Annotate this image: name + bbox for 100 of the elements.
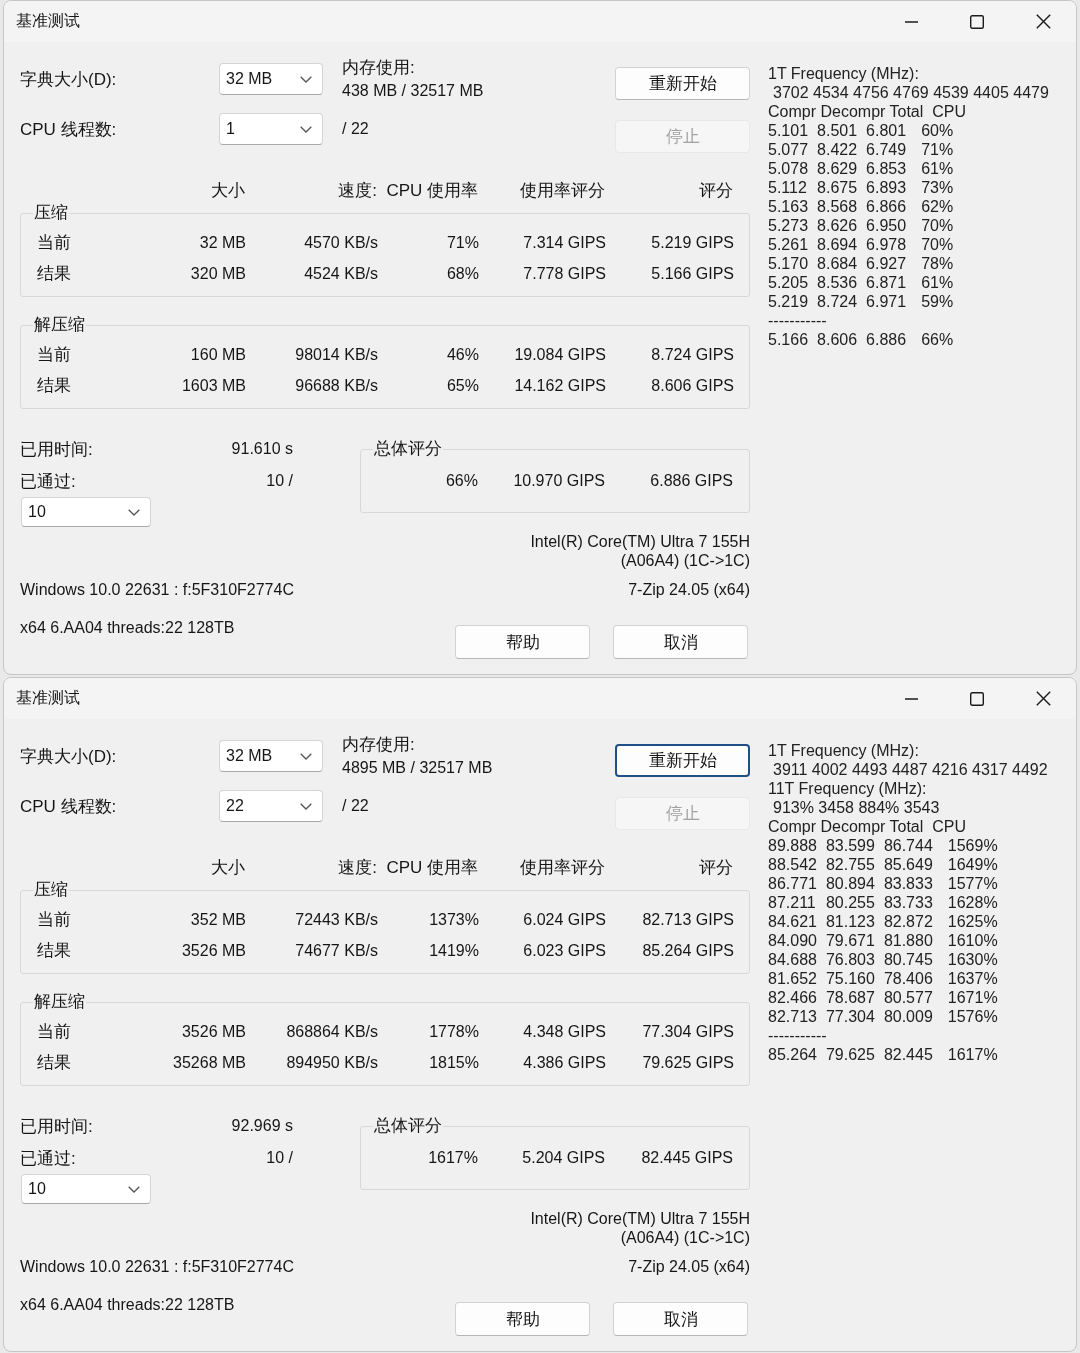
minimize-icon [904,697,918,700]
stat-value: 92.969 s [231,1117,293,1135]
window-title: 基准测试 [16,11,80,31]
log-values: 913% 3458 884% 3543 [772,798,940,817]
row-label: 结果 [36,375,72,397]
system-info: Windows 10.0 22631 : f:5F310F2774C [20,581,294,599]
passes-dropdown[interactable]: 10 [21,1174,151,1204]
cancel-button[interactable]: 取消 [613,625,748,659]
table-cell-text: 66% [444,471,478,490]
group-title: 解压缩 [33,991,86,1013]
table-cell-text: 1603 MB [180,376,246,395]
group-title: 总体评分 [373,1115,443,1137]
column-header: 使用率评分 [519,179,605,202]
log-cell-text: 1649% [946,855,998,874]
chevron-down-icon [128,1185,140,1193]
stat-value: 10 / [266,1149,293,1167]
threads-dropdown[interactable]: 1 [219,113,323,145]
row-label: 结果 [36,1052,72,1074]
log-cell: 8.606 [817,330,858,349]
log-cell: 6.950 [866,216,907,235]
dictionary-dropdown[interactable]: 32 MB [219,740,323,772]
log-heading: 1T Frequency (MHz): [768,64,919,83]
column-header: 使用率评分 [519,856,605,879]
table-cell-text: 82.445 GIPS [640,1148,733,1167]
field-label: 字典大小(D): [20,68,118,91]
help-button[interactable]: 帮助 [455,625,590,659]
log-cell: 6.801 [866,121,907,140]
log-values: 3911 4002 4493 4487 4216 4317 4492 [772,760,1048,779]
log-cell: 8.724 [817,292,858,311]
log-heading: 11T Frequency (MHz): [768,779,927,798]
table-cell-text: 1778% [428,1022,479,1041]
field-label: CPU 线程数: [20,118,118,141]
log-cell-text: 70% [920,235,954,254]
close-icon [1035,691,1051,706]
table-cell-text: 32 MB [198,233,246,252]
log-cell: 81.123 [825,912,875,931]
threads-dropdown[interactable]: 22 [219,790,323,822]
table-cell-text: 6.024 GIPS [522,910,606,929]
log-cell-text: 1630% [946,950,998,969]
row-label: 当前 [36,232,72,254]
log-heading: 1T Frequency (MHz): [768,741,919,760]
restart-button[interactable]: 重新开始 [615,744,750,777]
column-header: 速度: [337,179,377,202]
log-cell-text: 1569% [946,836,998,855]
log-cell: 8.568 [817,197,858,216]
log-cell: 6.893 [866,178,907,197]
log-cell: 80.255 [825,893,875,912]
passes-dropdown[interactable]: 10 [21,497,151,527]
restart-button[interactable]: 重新开始 [615,67,750,100]
log-cell: 79.671 [825,931,875,950]
table-cell-text: 8.606 GIPS [650,376,734,395]
table-cell-text: 46% [445,345,479,364]
log-cell-text: 66% [920,330,954,349]
stat-label: 已通过: [20,1147,76,1170]
help-button[interactable]: 帮助 [455,1302,590,1336]
log-cell-text: 71% [920,140,954,159]
log-cell-text: 60% [920,121,954,140]
dictionary-dropdown[interactable]: 32 MB [219,63,323,95]
cancel-button[interactable]: 取消 [613,1302,748,1336]
log-cell-text: 1577% [946,874,998,893]
group-title: 解压缩 [33,314,86,336]
cpu-info: (A06A4) (1C->1C) [620,551,750,570]
stat-label: 已用时间: [20,1115,93,1138]
log-cell: 8.626 [817,216,858,235]
log-cell: 80.745 [883,950,933,969]
chevron-down-icon [300,75,312,83]
system-info: Windows 10.0 22631 : f:5F310F2774C [20,1258,294,1276]
table-cell-text: 1815% [428,1053,479,1072]
log-cell: 85.649 [883,855,933,874]
log-cell: 6.886 [866,330,907,349]
table-cell-text: 8.724 GIPS [650,345,734,364]
table-cell-text: 6.023 GIPS [522,941,606,960]
log-separator: ----------- [768,1026,827,1045]
chevron-down-icon [300,752,312,760]
log-cell: 85.264 [768,1045,817,1064]
chevron-down-icon [300,125,312,133]
table-cell-text: 19.084 GIPS [513,345,606,364]
log-cell: 82.445 [883,1045,933,1064]
table-cell-text: 3526 MB [180,1022,246,1041]
chevron-down-icon [128,508,140,516]
log-cell: 82.872 [883,912,933,931]
log-cell: 5.170 [768,254,809,273]
log-cell: 6.866 [866,197,907,216]
log-cell-text: 1628% [946,893,998,912]
table-cell-text: 5.204 GIPS [521,1148,605,1167]
cpu-info: Intel(R) Core(TM) Ultra 7 155H [530,1209,750,1228]
log-cell: 8.501 [817,121,858,140]
log-column-header: Compr Decompr Total CPU [768,817,966,836]
log-cell: 78.687 [825,988,875,1007]
log-cell: 80.894 [825,874,875,893]
log-cell-text: 1576% [946,1007,998,1026]
table-cell-text: 10.970 GIPS [512,471,605,490]
table-cell-text: 160 MB [189,345,246,364]
log-cell: 89.888 [768,836,817,855]
table-cell-text: 68% [445,264,479,283]
build-info: x64 6.AA04 threads:22 128TB [20,1295,235,1315]
log-cell: 8.629 [817,159,858,178]
log-cell: 75.160 [825,969,875,988]
group-title: 总体评分 [373,438,443,460]
cpu-info: Intel(R) Core(TM) Ultra 7 155H [530,532,750,551]
